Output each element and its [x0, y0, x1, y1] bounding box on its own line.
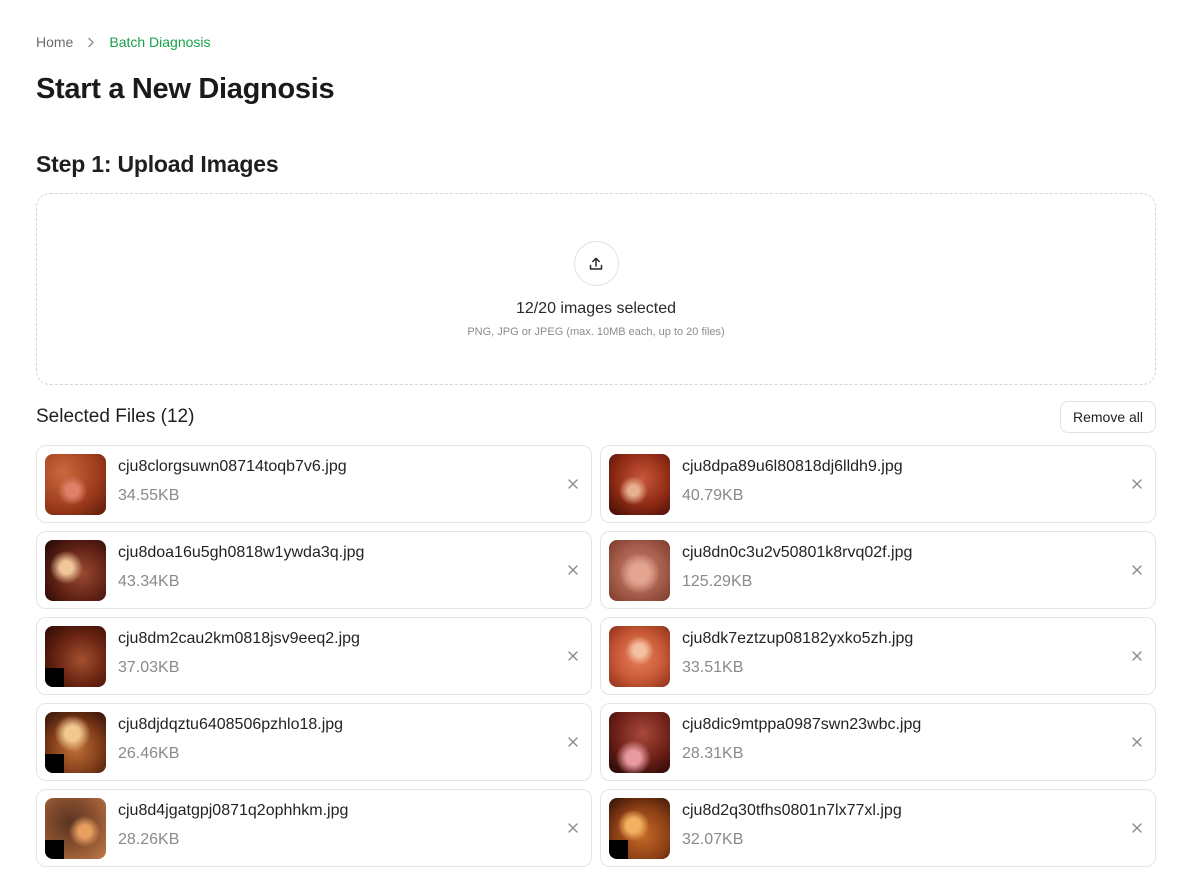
thumbnail-mask — [609, 839, 628, 859]
file-name: cju8d2q30tfhs0801n7lx77xl.jpg — [682, 801, 902, 819]
file-size: 37.03KB — [118, 658, 180, 676]
file-card: cju8dn0c3u2v50801k8rvq02f.jpg 125.29KB — [600, 531, 1156, 609]
thumbnail-mask — [45, 839, 64, 859]
file-name: cju8dpa89u6l80818dj6lldh9.jpg — [682, 457, 903, 475]
file-card: cju8dk7eztzup08182yxko5zh.jpg 33.51KB — [600, 617, 1156, 695]
upload-hint-text: PNG, JPG or JPEG (max. 10MB each, up to … — [467, 326, 725, 338]
file-thumbnail — [609, 453, 670, 515]
thumbnail-mask — [45, 753, 64, 773]
file-name: cju8d4jgatgpj0871q2ophhkm.jpg — [118, 801, 349, 819]
file-info: cju8d2q30tfhs0801n7lx77xl.jpg 32.07KB — [682, 802, 902, 849]
upload-count-text: 12/20 images selected — [515, 300, 677, 317]
file-card: cju8clorgsuwn08714toqb7v6.jpg 34.55KB — [36, 445, 592, 523]
file-name: cju8djdqztu6408506pzhlo18.jpg — [118, 715, 344, 733]
file-size: 33.51KB — [682, 658, 744, 676]
remove-file-close-icon[interactable] — [565, 734, 581, 750]
file-thumbnail — [45, 453, 106, 515]
file-info: cju8djdqztu6408506pzhlo18.jpg 26.46KB — [118, 716, 343, 763]
remove-file-close-icon[interactable] — [565, 476, 581, 492]
file-size: 28.31KB — [682, 744, 744, 762]
file-card: cju8dm2cau2km0818jsv9eeq2.jpg 37.03KB — [36, 617, 592, 695]
chevron-right-icon — [87, 37, 95, 48]
file-info: cju8d4jgatgpj0871q2ophhkm.jpg 28.26KB — [118, 802, 348, 849]
selected-files-title: Selected Files (12) — [36, 406, 195, 427]
remove-file-close-icon[interactable] — [1129, 476, 1145, 492]
upload-icon — [573, 241, 619, 286]
file-size: 32.07KB — [682, 830, 744, 848]
file-info: cju8dm2cau2km0818jsv9eeq2.jpg 37.03KB — [118, 630, 360, 677]
breadcrumb: Home Batch Diagnosis — [36, 34, 211, 50]
file-size: 43.34KB — [118, 572, 180, 590]
selected-files-list: cju8clorgsuwn08714toqb7v6.jpg 34.55KB cju8… — [36, 445, 1156, 867]
file-name: cju8dm2cau2km0818jsv9eeq2.jpg — [118, 629, 360, 647]
breadcrumb-home-link[interactable]: Home — [36, 34, 73, 50]
remove-file-close-icon[interactable] — [1129, 562, 1145, 578]
file-size: 28.26KB — [118, 830, 180, 848]
file-size: 26.46KB — [118, 744, 180, 762]
remove-file-close-icon[interactable] — [565, 562, 581, 578]
file-name: cju8doa16u5gh0818w1ywda3q.jpg — [118, 543, 365, 561]
breadcrumb-current: Batch Diagnosis — [109, 34, 211, 50]
file-thumbnail — [609, 539, 670, 601]
file-thumbnail — [609, 625, 670, 687]
file-name: cju8dk7eztzup08182yxko5zh.jpg — [682, 629, 914, 647]
thumbnail-mask — [45, 667, 64, 687]
file-thumbnail — [45, 711, 106, 773]
file-card: cju8dpa89u6l80818dj6lldh9.jpg 40.79KB — [600, 445, 1156, 523]
file-size: 34.55KB — [118, 486, 180, 504]
file-info: cju8clorgsuwn08714toqb7v6.jpg 34.55KB — [118, 458, 347, 505]
remove-file-close-icon[interactable] — [565, 820, 581, 836]
selected-files-header: Selected Files (12) Remove all — [36, 401, 1156, 433]
file-info: cju8dic9mtppa0987swn23wbc.jpg 28.31KB — [682, 716, 921, 763]
remove-file-close-icon[interactable] — [1129, 734, 1145, 750]
file-thumbnail — [45, 539, 106, 601]
file-size: 40.79KB — [682, 486, 744, 504]
remove-file-close-icon[interactable] — [565, 648, 581, 664]
file-info: cju8dn0c3u2v50801k8rvq02f.jpg 125.29KB — [682, 544, 912, 591]
file-card: cju8dic9mtppa0987swn23wbc.jpg 28.31KB — [600, 703, 1156, 781]
file-thumbnail — [609, 797, 670, 859]
file-name: cju8clorgsuwn08714toqb7v6.jpg — [118, 457, 347, 475]
file-card: cju8djdqztu6408506pzhlo18.jpg 26.46KB — [36, 703, 592, 781]
step-1-title: Step 1: Upload Images — [36, 151, 279, 177]
file-info: cju8doa16u5gh0818w1ywda3q.jpg 43.34KB — [118, 544, 364, 591]
file-thumbnail — [45, 625, 106, 687]
page-title: Start a New Diagnosis — [36, 73, 335, 105]
remove-file-close-icon[interactable] — [1129, 648, 1145, 664]
file-thumbnail — [45, 797, 106, 859]
file-info: cju8dk7eztzup08182yxko5zh.jpg 33.51KB — [682, 630, 913, 677]
file-name: cju8dn0c3u2v50801k8rvq02f.jpg — [682, 543, 913, 561]
remove-all-button[interactable]: Remove all — [1059, 401, 1156, 433]
file-card: cju8d4jgatgpj0871q2ophhkm.jpg 28.26KB — [36, 789, 592, 867]
file-thumbnail — [609, 711, 670, 773]
file-name: cju8dic9mtppa0987swn23wbc.jpg — [682, 715, 922, 733]
file-card: cju8d2q30tfhs0801n7lx77xl.jpg 32.07KB — [600, 789, 1156, 867]
file-card: cju8doa16u5gh0818w1ywda3q.jpg 43.34KB — [36, 531, 592, 609]
upload-dropzone[interactable]: 12/20 images selected PNG, JPG or JPEG (… — [36, 193, 1156, 385]
file-size: 125.29KB — [682, 572, 753, 590]
remove-file-close-icon[interactable] — [1129, 820, 1145, 836]
file-info: cju8dpa89u6l80818dj6lldh9.jpg 40.79KB — [682, 458, 903, 505]
